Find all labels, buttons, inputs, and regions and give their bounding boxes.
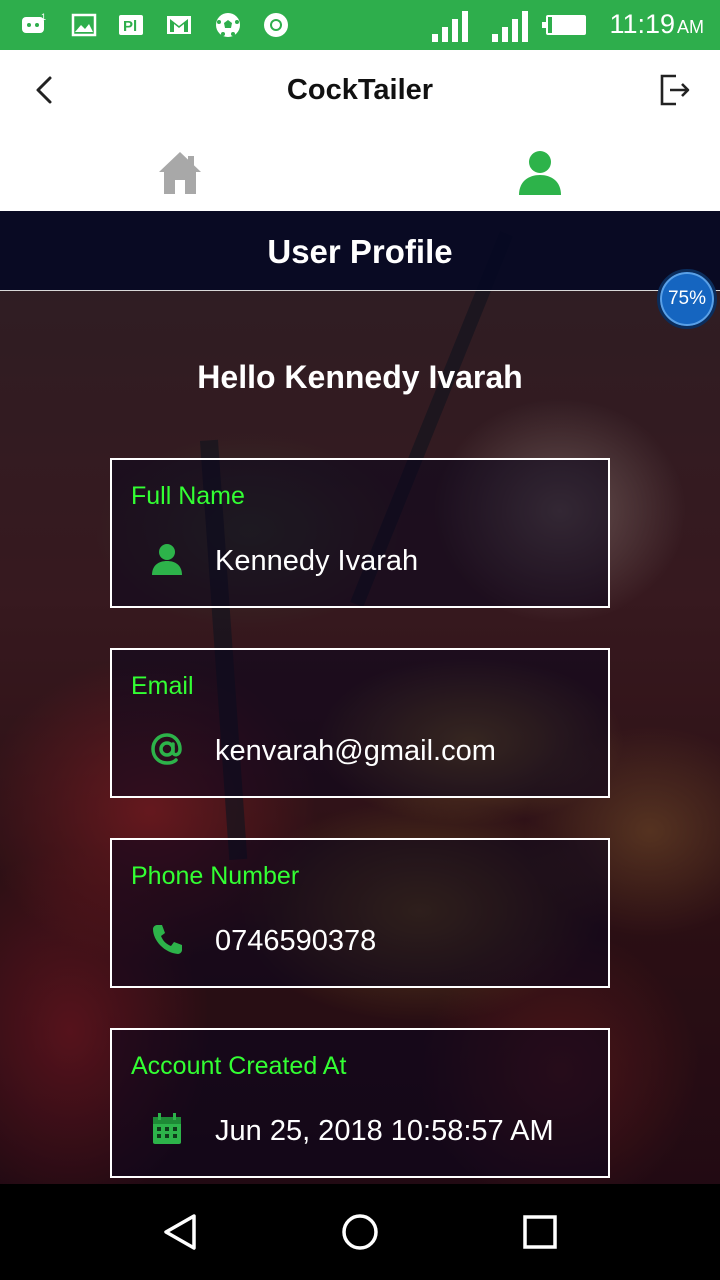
logout-icon[interactable] — [656, 72, 692, 108]
profile-content: User Profile Hello Kennedy Ivarah Full N… — [0, 211, 720, 1184]
recents-nav-icon[interactable] — [520, 1212, 560, 1252]
tab-home[interactable] — [0, 132, 360, 211]
signal-icon-2 — [492, 11, 528, 42]
chrome-icon — [264, 13, 288, 37]
phone-card: Phone Number 0746590378 — [110, 838, 610, 988]
navigation-bar — [0, 1184, 720, 1280]
svg-text:1: 1 — [41, 12, 46, 22]
field-value: Jun 25, 2018 10:58:57 AM — [215, 1115, 554, 1147]
field-label: Account Created At — [131, 1052, 347, 1080]
field-value: Kennedy Ivarah — [215, 545, 419, 577]
field-value: kenvarah@gmail.com — [215, 735, 496, 767]
field-label: Phone Number — [131, 862, 300, 890]
svg-text:Pl: Pl — [123, 18, 137, 35]
at-sign-icon — [151, 733, 182, 765]
user-icon — [519, 150, 561, 195]
battery-icon — [542, 15, 586, 35]
greeting: Hello Kennedy Ivarah — [197, 359, 523, 395]
gallery-icon — [71, 13, 97, 37]
messaging-icon: 1 — [22, 12, 46, 33]
gmail-icon — [167, 16, 191, 34]
header-divider — [0, 290, 720, 291]
field-value: 0746590378 — [215, 925, 377, 957]
progress-badge[interactable]: 75% — [657, 269, 717, 329]
home-nav-icon[interactable] — [340, 1212, 380, 1252]
user-icon — [152, 544, 182, 575]
created-at-card: Account Created At Jun 25, 2018 10:58:57… — [110, 1028, 610, 1178]
home-icon — [159, 151, 201, 194]
page-header: User Profile — [0, 211, 720, 291]
publisher-icon: Pl — [119, 15, 143, 35]
app-title: CockTailer — [286, 74, 434, 106]
calendar-icon — [153, 1113, 181, 1144]
signal-icon — [432, 11, 468, 42]
tab-bar — [0, 132, 720, 211]
field-label: Email — [131, 672, 194, 700]
app-bar: CockTailer — [0, 50, 720, 132]
page-title: User Profile — [267, 233, 453, 270]
phone-icon — [153, 925, 182, 954]
status-time: 11:19 AM — [609, 9, 704, 39]
email-card: Email kenvarah@gmail.com — [110, 648, 610, 798]
status-bar: 1 Pl 11:19 AM — [0, 0, 720, 50]
field-label: Full Name — [131, 482, 245, 510]
tab-profile[interactable] — [360, 132, 720, 211]
back-nav-icon[interactable] — [160, 1212, 200, 1252]
soccer-icon — [216, 13, 240, 37]
full-name-card: Full Name Kennedy Ivarah — [110, 458, 610, 608]
